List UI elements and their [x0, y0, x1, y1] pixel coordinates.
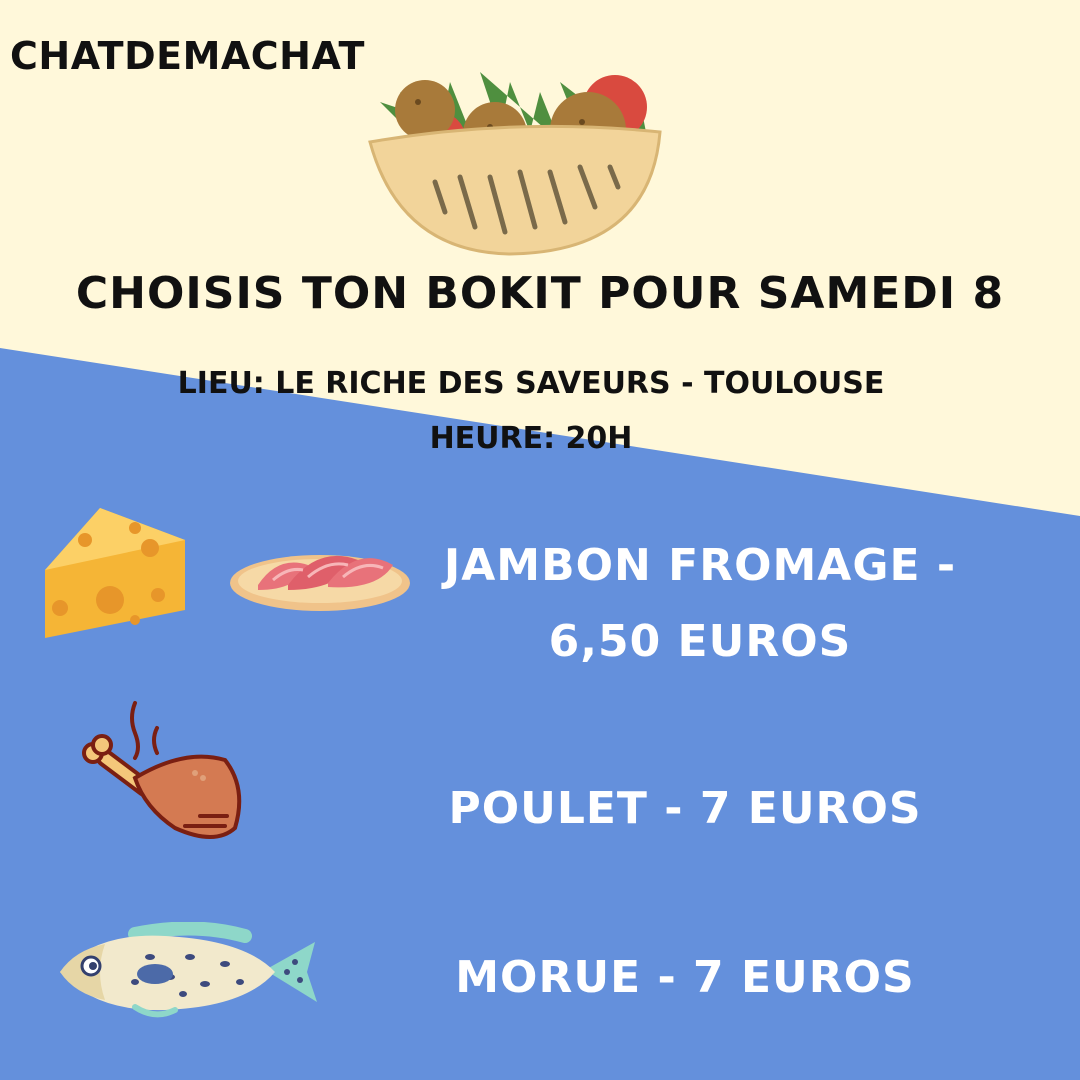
location-info: LIEU: LE RICHE DES SAVEURS - TOULOUSE [177, 366, 885, 401]
time-info: HEURE: 20H [429, 421, 633, 456]
brand-name: CHATDEMACHAT [10, 34, 365, 78]
menu-item-jambon-fromage: JAMBON FROMAGE - 6,50 EUROS [443, 540, 957, 667]
headline: CHOISIS TON BOKIT POUR SAMEDI 8 [75, 268, 1005, 319]
menu-item-poulet: POULET - 7 EUROS [448, 783, 922, 834]
ham-plate-icon [230, 555, 410, 611]
fish-icon [60, 922, 317, 1018]
bowl-illustration [368, 72, 662, 256]
cheese-icon [45, 508, 185, 638]
chicken-leg-icon [82, 701, 242, 839]
menu-item-morue: MORUE - 7 EUROS [455, 952, 915, 1003]
